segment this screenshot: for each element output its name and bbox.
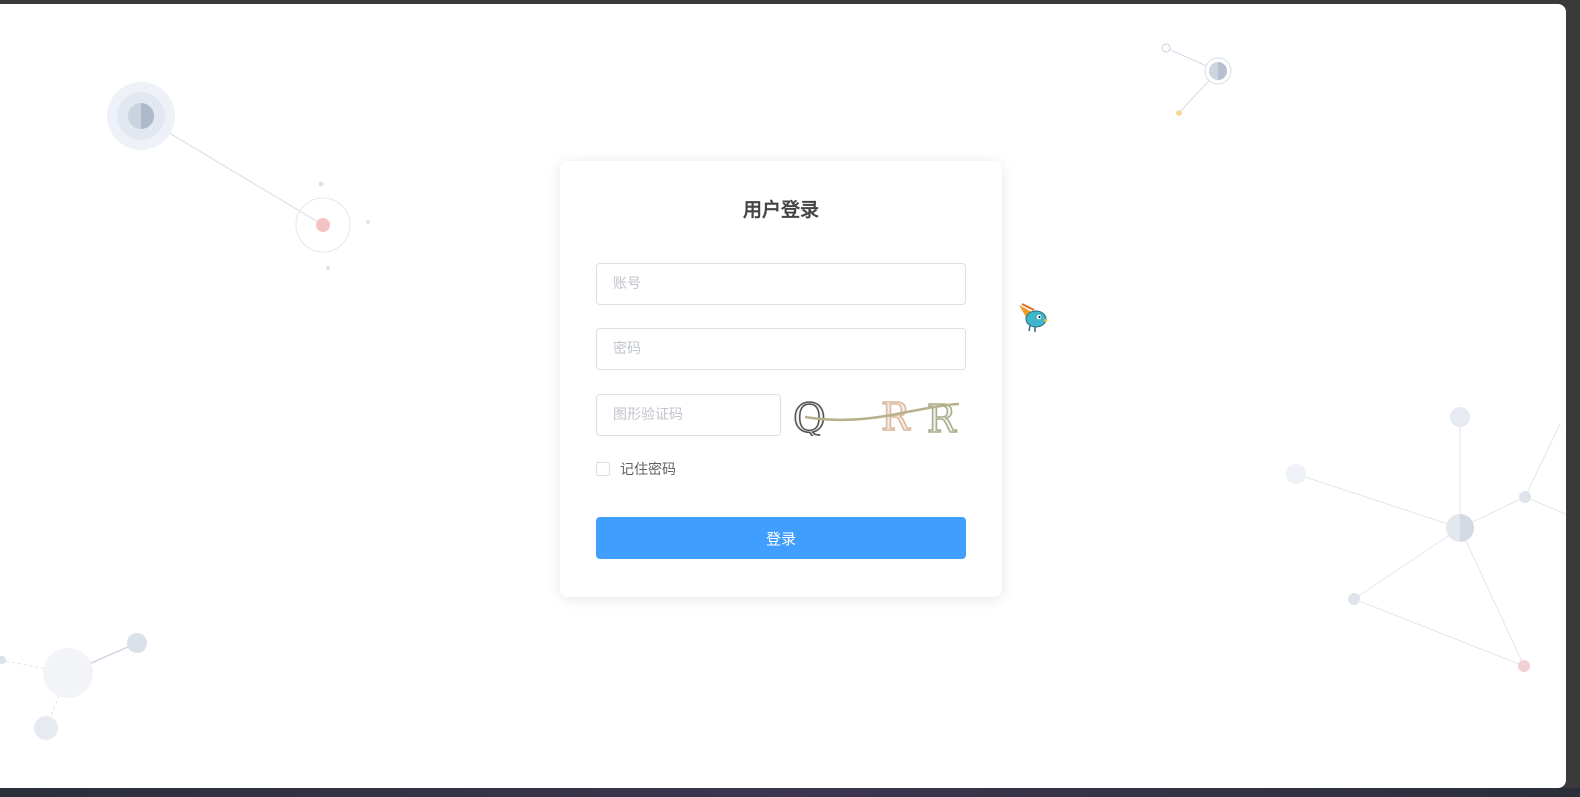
checkbox-unchecked-icon[interactable] <box>596 462 610 476</box>
login-button[interactable]: 登录 <box>596 517 966 559</box>
remember-password-option[interactable]: 记住密码 <box>596 459 676 479</box>
svg-text:Q: Q <box>793 396 826 436</box>
captcha-image[interactable]: Q R R <box>787 394 966 436</box>
svg-text:R: R <box>927 397 957 436</box>
remember-password-label: 记住密码 <box>620 462 676 478</box>
bird-mascot-icon[interactable] <box>1016 300 1050 334</box>
taskbar-strip <box>0 788 1580 797</box>
captcha-input[interactable] <box>596 394 781 436</box>
login-title: 用户登录 <box>742 199 819 221</box>
account-input[interactable] <box>596 263 966 305</box>
app-window: 用户登录 Q R R 记住密码 登录 <box>0 4 1566 788</box>
login-card: 用户登录 Q R R 记住密码 登录 <box>560 161 1002 597</box>
password-input[interactable] <box>596 328 966 370</box>
